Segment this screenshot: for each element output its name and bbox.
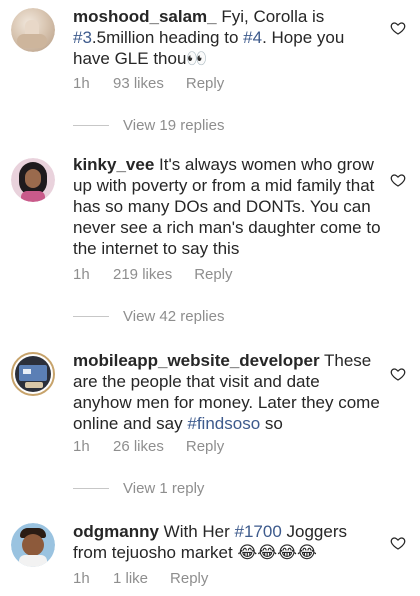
- hashtag[interactable]: #3: [73, 28, 92, 47]
- reply-button[interactable]: Reply: [194, 266, 232, 283]
- hashtag[interactable]: #4: [243, 28, 262, 47]
- comment-text: odgmanny With Her #1700 Joggers from tej…: [73, 521, 381, 563]
- hashtag[interactable]: #findsoso: [187, 414, 260, 433]
- username[interactable]: odgmanny: [73, 522, 159, 541]
- comment-text: mobileapp_website_developer These are th…: [73, 350, 381, 434]
- view-replies-label: View 1 reply: [123, 480, 205, 497]
- heart-outline-icon[interactable]: [390, 172, 406, 188]
- comment-body: so: [260, 414, 283, 433]
- avatar[interactable]: [11, 523, 55, 567]
- avatar[interactable]: [11, 158, 55, 202]
- comment-meta: 1h 219 likes Reply: [73, 266, 233, 283]
- username[interactable]: mobileapp_website_developer: [73, 351, 320, 370]
- comment-body: .5million heading to: [91, 28, 244, 47]
- divider: [73, 488, 109, 489]
- avatar[interactable]: [11, 8, 55, 52]
- view-replies-button[interactable]: View 1 reply: [73, 480, 204, 497]
- view-replies-button[interactable]: View 19 replies: [73, 117, 224, 134]
- heart-outline-icon[interactable]: [390, 366, 406, 382]
- divider: [73, 316, 109, 317]
- view-replies-label: View 19 replies: [123, 117, 225, 134]
- comment-text: kinky_vee It's always women who grow up …: [73, 154, 381, 259]
- timestamp: 1h: [73, 75, 90, 92]
- reply-button[interactable]: Reply: [186, 75, 224, 92]
- timestamp: 1h: [73, 438, 90, 455]
- timestamp: 1h: [73, 570, 90, 587]
- comment-meta: 1h 93 likes Reply: [73, 75, 224, 92]
- hashtag[interactable]: #1700: [235, 522, 282, 541]
- timestamp: 1h: [73, 266, 90, 283]
- divider: [73, 125, 109, 126]
- comment-meta: 1h 26 likes Reply: [73, 438, 224, 455]
- likes-count[interactable]: 26 likes: [113, 438, 164, 455]
- reply-button[interactable]: Reply: [170, 570, 208, 587]
- heart-outline-icon[interactable]: [390, 20, 406, 36]
- likes-count[interactable]: 93 likes: [113, 75, 164, 92]
- username[interactable]: kinky_vee: [73, 155, 154, 174]
- comment-text: moshood_salam_ Fyi, Corolla is #3.5milli…: [73, 6, 381, 69]
- avatar[interactable]: [11, 352, 55, 396]
- likes-count[interactable]: 1 like: [113, 570, 148, 587]
- comment-body: With Her: [158, 522, 235, 541]
- comment-meta: 1h 1 like Reply: [73, 570, 208, 587]
- reply-button[interactable]: Reply: [186, 438, 224, 455]
- view-replies-button[interactable]: View 42 replies: [73, 308, 224, 325]
- view-replies-label: View 42 replies: [123, 308, 225, 325]
- likes-count[interactable]: 219 likes: [113, 266, 172, 283]
- comment-body: Fyi, Corolla is: [216, 7, 325, 26]
- username[interactable]: moshood_salam_: [73, 7, 217, 26]
- heart-outline-icon[interactable]: [390, 535, 406, 551]
